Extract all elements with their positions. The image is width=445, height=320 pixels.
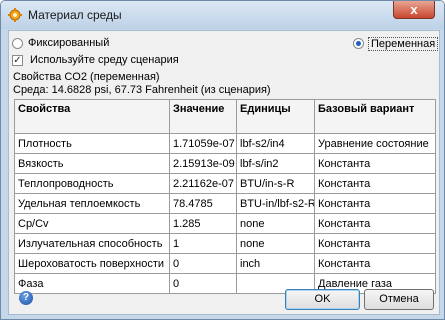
property-base[interactable]: Константа — [314, 193, 436, 214]
material-properties-caption: Свойства CO2 (переменная) — [13, 71, 160, 83]
property-name: Теплопроводность — [14, 173, 170, 194]
column-header-base: Базовый вариант — [314, 99, 436, 134]
property-name: Шероховатость поверхности — [14, 253, 170, 274]
property-units[interactable]: inch — [236, 253, 315, 274]
property-name: Фаза — [14, 273, 170, 294]
table-row[interactable]: Вязкость 2.15913e-09 lbf-s/in2 Константа — [14, 153, 436, 174]
property-base[interactable]: Уравнение состояние — [314, 133, 436, 154]
variable-radio[interactable] — [353, 38, 364, 49]
column-header-units: Единицы — [236, 99, 315, 134]
property-value[interactable]: 0 — [169, 253, 237, 274]
property-units[interactable]: BTU/in-s-R — [236, 173, 315, 194]
ok-button[interactable]: OK — [285, 289, 360, 310]
property-units[interactable]: lbf-s/in2 — [236, 153, 315, 174]
property-units[interactable]: none — [236, 233, 315, 254]
mode-radio-group: Фиксированный Переменная — [12, 37, 439, 53]
property-value[interactable]: 78.4785 — [169, 193, 237, 214]
table-row[interactable]: Удельная теплоемкость 78.4785 BTU-in/lbf… — [14, 193, 436, 214]
property-name: Удельная теплоемкость — [14, 193, 170, 214]
property-name: Cp/Cv — [14, 213, 170, 234]
property-base[interactable]: Константа — [314, 213, 436, 234]
property-value[interactable]: 1.71059e-07 — [169, 133, 237, 154]
property-base[interactable]: Константа — [314, 233, 436, 254]
property-base[interactable]: Константа — [314, 253, 436, 274]
property-value[interactable]: 2.15913e-09 — [169, 153, 237, 174]
close-icon: x — [410, 2, 418, 17]
close-button[interactable]: x — [393, 1, 435, 19]
table-row[interactable]: Плотность 1.71059e-07 lbf-s2/in4 Уравнен… — [14, 133, 436, 154]
property-value[interactable]: 0 — [169, 273, 237, 294]
title-bar[interactable]: Материал среды x — [1, 1, 444, 29]
property-units[interactable]: BTU-in/lbf-s2-R — [236, 193, 315, 214]
property-name: Вязкость — [14, 153, 170, 174]
table-row[interactable]: Шероховатость поверхности 0 inch Констан… — [14, 253, 436, 274]
property-units[interactable]: lbf-s2/in4 — [236, 133, 315, 154]
environment-info: Среда: 14.6828 psi, 67.73 Fahrenheit (из… — [13, 84, 271, 96]
table-row[interactable]: Излучательная способность 1 none Констан… — [14, 233, 436, 254]
fixed-radio-label[interactable]: Фиксированный — [28, 37, 109, 49]
app-gear-icon — [8, 8, 22, 22]
property-base[interactable]: Константа — [314, 173, 436, 194]
property-units[interactable]: none — [236, 213, 315, 234]
property-name: Излучательная способность — [14, 233, 170, 254]
cancel-button[interactable]: Отмена — [364, 289, 434, 310]
dialog-window: Материал среды x Фиксированный Переменна… — [0, 0, 445, 320]
property-value[interactable]: 2.21162e-07 — [169, 173, 237, 194]
property-value[interactable]: 1.285 — [169, 213, 237, 234]
fixed-radio[interactable] — [12, 38, 23, 49]
help-icon[interactable]: ? — [19, 291, 33, 305]
window-title: Материал среды — [28, 8, 122, 22]
table-header-row: Свойства Значение Единицы Базовый вариан… — [14, 99, 436, 134]
table-row[interactable]: Cp/Cv 1.285 none Константа — [14, 213, 436, 234]
properties-table: Свойства Значение Единицы Базовый вариан… — [14, 99, 436, 294]
property-name: Плотность — [14, 133, 170, 154]
property-base[interactable]: Константа — [314, 153, 436, 174]
table-row[interactable]: Теплопроводность 2.21162e-07 BTU/in-s-R … — [14, 173, 436, 194]
variable-radio-label[interactable]: Переменная — [368, 37, 439, 51]
column-header-value: Значение — [169, 99, 237, 134]
property-value[interactable]: 1 — [169, 233, 237, 254]
use-scenario-checkbox[interactable]: ✓ — [12, 55, 23, 66]
use-scenario-label[interactable]: Используйте среду сценария — [30, 54, 179, 66]
column-header-property: Свойства — [14, 99, 170, 134]
dialog-body: Фиксированный Переменная ✓ Используйте с… — [8, 30, 440, 315]
